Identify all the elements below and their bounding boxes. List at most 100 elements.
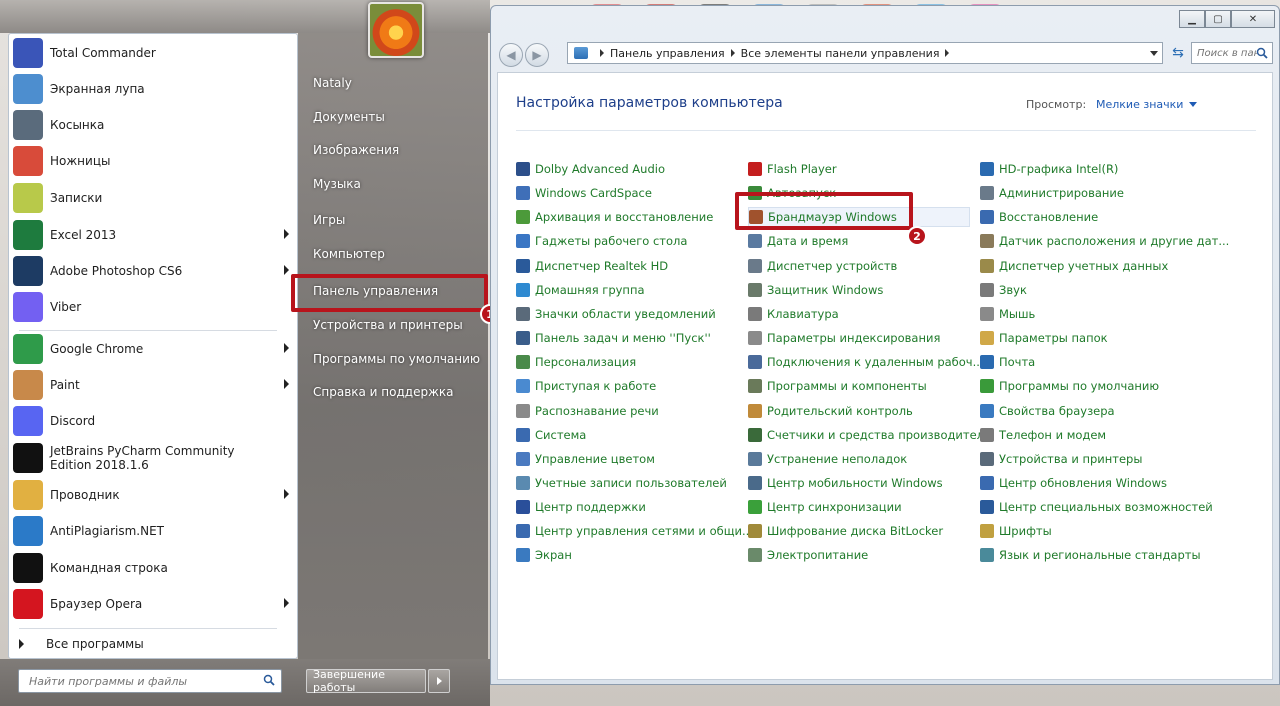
cp-item-homegroup[interactable]: Домашняя группа	[516, 280, 645, 300]
cp-item-parental-control[interactable]: Родительский контроль	[748, 401, 913, 421]
program-label: Paint	[50, 378, 80, 392]
cp-item-bitlocker[interactable]: Шифрование диска BitLocker	[748, 521, 943, 541]
start-link-music[interactable]: Музыка	[313, 170, 483, 198]
cp-item-notification[interactable]: Значки области уведомлений	[516, 304, 716, 324]
cp-item-region[interactable]: Язык и региональные стандарты	[980, 545, 1201, 565]
cp-item-device-manager[interactable]: Диспетчер устройств	[748, 256, 897, 276]
all-programs-button[interactable]: Все программы	[19, 634, 289, 654]
cp-item-admin-tools[interactable]: Администрирование	[980, 183, 1124, 203]
cp-item-user-accounts[interactable]: Учетные записи пользователей	[516, 473, 727, 493]
cp-item-cardspace[interactable]: Windows CardSpace	[516, 183, 652, 203]
cp-item-windows-update[interactable]: Центр обновления Windows	[980, 473, 1167, 493]
cp-item-backup[interactable]: Архивация и восстановление	[516, 207, 713, 227]
cp-item-credential-manager[interactable]: Диспетчер учетных данных	[980, 256, 1168, 276]
start-link-games[interactable]: Игры	[313, 206, 483, 234]
cp-item-location-sensor[interactable]: Датчик расположения и другие дат...	[980, 231, 1229, 251]
cp-item-internet-options[interactable]: Свойства браузера	[980, 401, 1115, 421]
cp-item-programs-features[interactable]: Программы и компоненты	[748, 376, 927, 396]
control-panel-search[interactable]	[1191, 42, 1273, 64]
breadcrumb-control-panel[interactable]: Панель управления	[610, 47, 725, 60]
start-link-documents[interactable]: Документы	[313, 103, 483, 131]
refresh-button[interactable]: ⇆	[1167, 42, 1189, 64]
cp-item-mail[interactable]: Почта	[980, 352, 1035, 372]
cp-item-gadgets[interactable]: Гаджеты рабочего стола	[516, 231, 687, 251]
cp-item-folder-options[interactable]: Параметры папок	[980, 328, 1108, 348]
cp-item-devices-printers[interactable]: Устройства и принтеры	[980, 449, 1142, 469]
cp-item-performance[interactable]: Счетчики и средства производител...	[748, 425, 995, 445]
maximize-button[interactable]: ▢	[1205, 10, 1231, 28]
program-item[interactable]: Косынка	[9, 108, 299, 142]
start-link-default-programs[interactable]: Программы по умолчанию	[313, 345, 483, 373]
cp-item-network[interactable]: Центр управления сетями и общи...	[516, 521, 753, 541]
cp-item-action-center[interactable]: Центр поддержки	[516, 497, 646, 517]
cp-item-speech[interactable]: Распознавание речи	[516, 401, 659, 421]
shutdown-button[interactable]: Завершение работы	[306, 668, 426, 694]
breadcrumb-all-items[interactable]: Все элементы панели управления	[741, 47, 940, 60]
cp-item-defender[interactable]: Защитник Windows	[748, 280, 883, 300]
power-icon	[748, 548, 762, 562]
forward-button[interactable]: ▶	[525, 43, 549, 67]
program-item[interactable]: Paint	[9, 368, 299, 402]
program-item[interactable]: Google Chrome	[9, 332, 299, 366]
user-avatar[interactable]	[368, 2, 424, 58]
address-dropdown-icon[interactable]	[1150, 51, 1158, 56]
cp-item-phone-modem[interactable]: Телефон и модем	[980, 425, 1106, 445]
cp-item-troubleshooting[interactable]: Устранение неполадок	[748, 449, 907, 469]
cp-item-mobility[interactable]: Центр мобильности Windows	[748, 473, 943, 493]
program-item[interactable]: Discord	[9, 404, 299, 438]
cp-item-color-mgmt[interactable]: Управление цветом	[516, 449, 655, 469]
minimize-button[interactable]: ▁	[1179, 10, 1205, 28]
start-search-box[interactable]	[18, 669, 282, 693]
cp-item-realtek[interactable]: Диспетчер Realtek HD	[516, 256, 668, 276]
program-item[interactable]: Total Commander	[9, 36, 299, 70]
program-item[interactable]: Viber	[9, 290, 299, 324]
program-item[interactable]: Записки	[9, 181, 299, 215]
cp-item-keyboard[interactable]: Клавиатура	[748, 304, 839, 324]
arrow-right-icon	[19, 639, 24, 649]
close-button[interactable]: ✕	[1231, 10, 1275, 28]
start-link-pictures[interactable]: Изображения	[313, 136, 483, 164]
window-titlebar[interactable]: ▁ ▢ ✕	[491, 6, 1280, 40]
program-item[interactable]: Проводник	[9, 478, 299, 512]
cp-item-dolby[interactable]: Dolby Advanced Audio	[516, 159, 665, 179]
program-item[interactable]: AntiPlagiarism.NET	[9, 514, 299, 548]
cp-item-ease-access[interactable]: Центр специальных возможностей	[980, 497, 1213, 517]
cp-item-datetime[interactable]: Дата и время	[748, 231, 848, 251]
cp-item-getting-started[interactable]: Приступая к работе	[516, 376, 656, 396]
program-item[interactable]: Браузер Opera	[9, 587, 299, 621]
program-item[interactable]: Командная строка	[9, 551, 299, 585]
start-link-user-name[interactable]: Nataly	[313, 69, 483, 97]
cp-item-remote-desktop[interactable]: Подключения к удаленным рабоч...	[748, 352, 984, 372]
control-panel-search-input[interactable]	[1197, 47, 1257, 59]
cp-item-label: Значки области уведомлений	[535, 307, 716, 321]
program-item[interactable]: Ножницы	[9, 144, 299, 178]
page-title: Настройка параметров компьютера	[516, 95, 783, 111]
cp-item-sync[interactable]: Центр синхронизации	[748, 497, 902, 517]
cp-item-mouse[interactable]: Мышь	[980, 304, 1035, 324]
program-item[interactable]: Экранная лупа	[9, 72, 299, 106]
cp-item-personalization[interactable]: Персонализация	[516, 352, 636, 372]
start-link-help-support[interactable]: Справка и поддержка	[313, 378, 483, 406]
address-bar[interactable]: Панель управления Все элементы панели уп…	[567, 42, 1163, 64]
cp-item-taskbar[interactable]: Панель задач и меню ''Пуск''	[516, 328, 711, 348]
cp-item-intel-graphics[interactable]: HD-графика Intel(R)	[980, 159, 1118, 179]
cp-item-indexing[interactable]: Параметры индексирования	[748, 328, 940, 348]
view-mode-dropdown[interactable]: Мелкие значки	[1096, 98, 1198, 111]
cp-item-default-programs[interactable]: Программы по умолчанию	[980, 376, 1159, 396]
cp-item-system[interactable]: Система	[516, 425, 586, 445]
program-item[interactable]: Excel 2013	[9, 218, 299, 252]
cp-item-recovery[interactable]: Восстановление	[980, 207, 1098, 227]
start-search-input[interactable]	[29, 674, 254, 688]
cp-item-power[interactable]: Электропитание	[748, 545, 868, 565]
start-link-devices-printers[interactable]: Устройства и принтеры	[313, 311, 483, 339]
cp-item-display[interactable]: Экран	[516, 545, 572, 565]
program-item[interactable]: Adobe Photoshop CS6	[9, 254, 299, 288]
start-link-computer[interactable]: Компьютер	[313, 240, 483, 268]
shutdown-options-button[interactable]	[428, 669, 450, 693]
homegroup-icon	[516, 283, 530, 297]
cp-item-sound[interactable]: Звук	[980, 280, 1027, 300]
cp-item-flash[interactable]: Flash Player	[748, 159, 837, 179]
back-button[interactable]: ◀	[499, 43, 523, 67]
program-item[interactable]: JetBrains PyCharm Community Edition 2018…	[9, 439, 299, 477]
cp-item-fonts[interactable]: Шрифты	[980, 521, 1052, 541]
